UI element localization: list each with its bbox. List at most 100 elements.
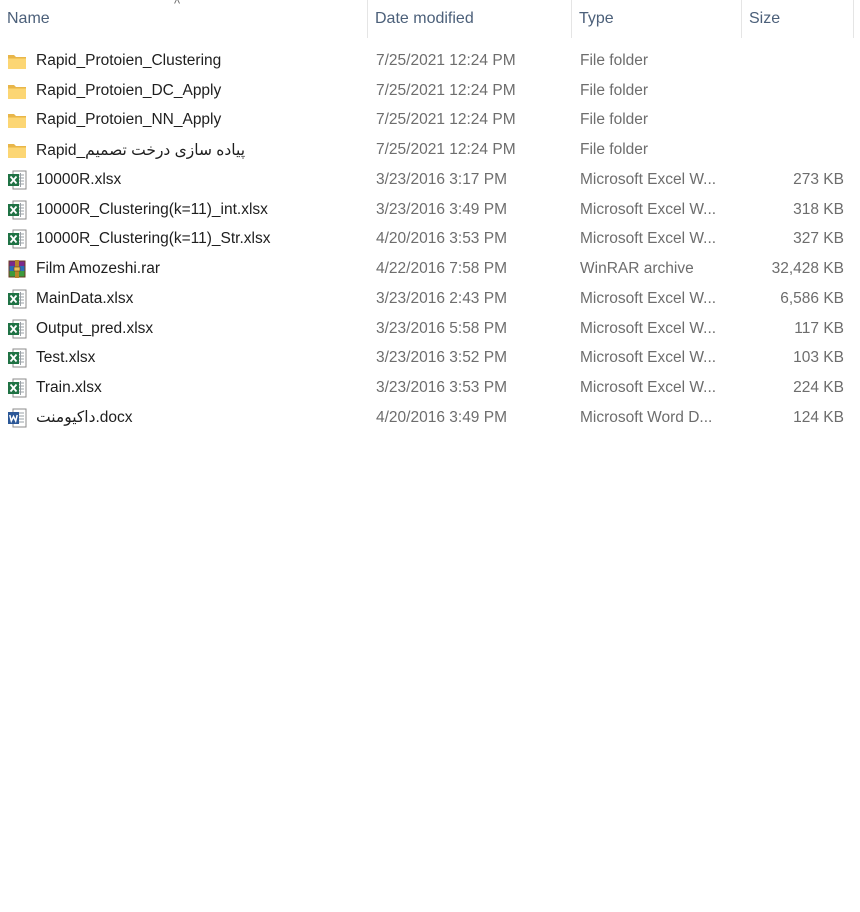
file-list: Rapid_Protoien_Clustering 7/25/2021 12:24… [0,46,860,433]
file-name: MainData.xlsx [36,289,134,307]
file-date-modified: 7/25/2021 12:24 PM [376,81,516,99]
file-row[interactable]: Rapid_Protoien_Clustering 7/25/2021 12:24… [0,46,860,76]
word-icon [7,408,27,428]
file-row[interactable]: Rapid_Protoien_DC_Apply 7/25/2021 12:24 P… [0,76,860,106]
file-name-cell[interactable]: Test.xlsx [0,348,368,368]
file-name: 10000R_Clustering(k=11)_Str.xlsx [36,230,271,248]
file-type: Microsoft Excel W... [580,379,717,397]
excel-icon [7,319,27,339]
file-date-modified: 3/23/2016 3:17 PM [376,170,507,188]
column-header-size[interactable]: Size [742,0,854,38]
file-name: Rapid_Protoien_DC_Apply [36,81,222,99]
excel-icon [7,348,27,368]
file-name-cell[interactable]: داکیومنت.docx [0,408,368,428]
file-date-modified: 3/23/2016 2:43 PM [376,289,507,307]
file-size: 318 KB [793,200,844,218]
winrar-icon [7,259,27,279]
file-name: Film Amozeshi.rar [36,260,161,278]
folder-icon [7,81,27,101]
file-size: 273 KB [793,170,844,188]
file-type: Microsoft Word D... [580,408,713,426]
file-type: File folder [580,111,649,129]
file-type: File folder [580,51,649,69]
file-type: Microsoft Excel W... [580,289,717,307]
file-date-modified: 3/23/2016 3:53 PM [376,379,507,397]
column-header-size-label: Size [749,10,781,27]
file-explorer-list: Name ^ Date modified Type Size Rapid_Pro… [0,0,860,912]
file-type: Microsoft Excel W... [580,230,717,248]
excel-icon [7,229,27,249]
file-date-modified: 7/25/2021 12:24 PM [376,111,516,129]
file-date-modified: 4/20/2016 3:53 PM [376,230,507,248]
file-date-modified: 3/23/2016 3:49 PM [376,200,507,218]
column-header-name[interactable]: Name ^ [0,0,368,38]
excel-icon [7,200,27,220]
file-name: Test.xlsx [36,349,96,367]
file-date-modified: 7/25/2021 12:24 PM [376,51,516,69]
file-date-modified: 3/23/2016 3:52 PM [376,349,507,367]
file-name-cell[interactable]: Rapid_Protoien_NN_Apply [0,110,368,130]
column-header-date-label: Date modified [375,10,474,27]
file-name: Rapid_Protoien_NN_Apply [36,111,222,129]
file-type: Microsoft Excel W... [580,319,717,337]
file-row[interactable]: Film Amozeshi.rar 4/22/2016 7:58 PM WinRAR… [0,254,860,284]
file-date-modified: 3/23/2016 5:58 PM [376,319,507,337]
file-name-cell[interactable]: Rapid_Protoien_Clustering [0,51,368,71]
file-type: Microsoft Excel W... [580,349,717,367]
file-size: 224 KB [793,379,844,397]
file-name-cell[interactable]: MainData.xlsx [0,289,368,309]
column-header-row: Name ^ Date modified Type Size [0,0,860,38]
file-type: WinRAR archive [580,260,694,278]
column-header-date-modified[interactable]: Date modified [368,0,572,38]
folder-icon [7,110,27,130]
file-size: 327 KB [793,230,844,248]
file-row[interactable]: MainData.xlsx 3/23/2016 2:43 PM Microsoft … [0,284,860,314]
file-name-cell[interactable]: Train.xlsx [0,378,368,398]
file-row[interactable]: Output_pred.xlsx 3/23/2016 5:58 PM Microso… [0,314,860,344]
column-header-type-label: Type [579,10,614,27]
column-header-name-label: Name [7,10,50,27]
file-date-modified: 4/20/2016 3:49 PM [376,408,507,426]
column-header-type[interactable]: Type [572,0,742,38]
file-name: داکیومنت.docx [36,409,133,427]
file-size: 117 KB [794,319,844,337]
file-name: 10000R.xlsx [36,170,122,188]
file-date-modified: 4/22/2016 7:58 PM [376,260,507,278]
file-name: Rapid_Protoien_Clustering [36,51,222,69]
file-name-cell[interactable]: Film Amozeshi.rar [0,259,368,279]
excel-icon [7,289,27,309]
file-name: Train.xlsx [36,379,102,397]
file-row[interactable]: 10000R_Clustering(k=11)_int.xlsx 3/23/201… [0,195,860,225]
excel-icon [7,170,27,190]
file-name-cell[interactable]: 10000R_Clustering(k=11)_int.xlsx [0,200,368,220]
file-type: Microsoft Excel W... [580,200,717,218]
file-type: Microsoft Excel W... [580,170,717,188]
file-row[interactable]: Train.xlsx 3/23/2016 3:53 PM Microsoft Exc… [0,373,860,403]
file-name-cell[interactable]: 10000R_Clustering(k=11)_Str.xlsx [0,229,368,249]
file-name-cell[interactable]: Output_pred.xlsx [0,319,368,339]
file-size: 124 KB [793,408,844,426]
file-type: File folder [580,81,649,99]
file-size: 32,428 KB [771,260,844,278]
excel-icon [7,378,27,398]
file-name-cell[interactable]: Rapid_پیاده سازی درخت تصمیم [0,140,368,160]
file-name: Output_pred.xlsx [36,319,154,337]
column-divider[interactable] [853,0,854,38]
file-date-modified: 7/25/2021 12:24 PM [376,141,516,159]
file-row[interactable]: Test.xlsx 3/23/2016 3:52 PM Microsoft Exce… [0,344,860,374]
file-row[interactable]: Rapid_Protoien_NN_Apply 7/25/2021 12:24 P… [0,106,860,136]
folder-icon [7,51,27,71]
file-name: 10000R_Clustering(k=11)_int.xlsx [36,200,268,218]
file-size: 6,586 KB [780,289,844,307]
file-name-cell[interactable]: 10000R.xlsx [0,170,368,190]
file-row[interactable]: داکیومنت.docx 4/20/2016 3:49 PM Microsoft … [0,403,860,433]
file-name: Rapid_پیاده سازی درخت تصمیم [36,141,246,159]
file-size: 103 KB [793,349,844,367]
file-name-cell[interactable]: Rapid_Protoien_DC_Apply [0,81,368,101]
file-row[interactable]: 10000R_Clustering(k=11)_Str.xlsx 4/20/201… [0,225,860,255]
sort-ascending-icon: ^ [174,0,181,11]
file-row[interactable]: Rapid_پیاده سازی درخت تصمیم 7/25/2021 12:… [0,135,860,165]
file-row[interactable]: 10000R.xlsx 3/23/2016 3:17 PM Microsoft Ex… [0,165,860,195]
folder-icon [7,140,27,160]
file-type: File folder [580,141,649,159]
